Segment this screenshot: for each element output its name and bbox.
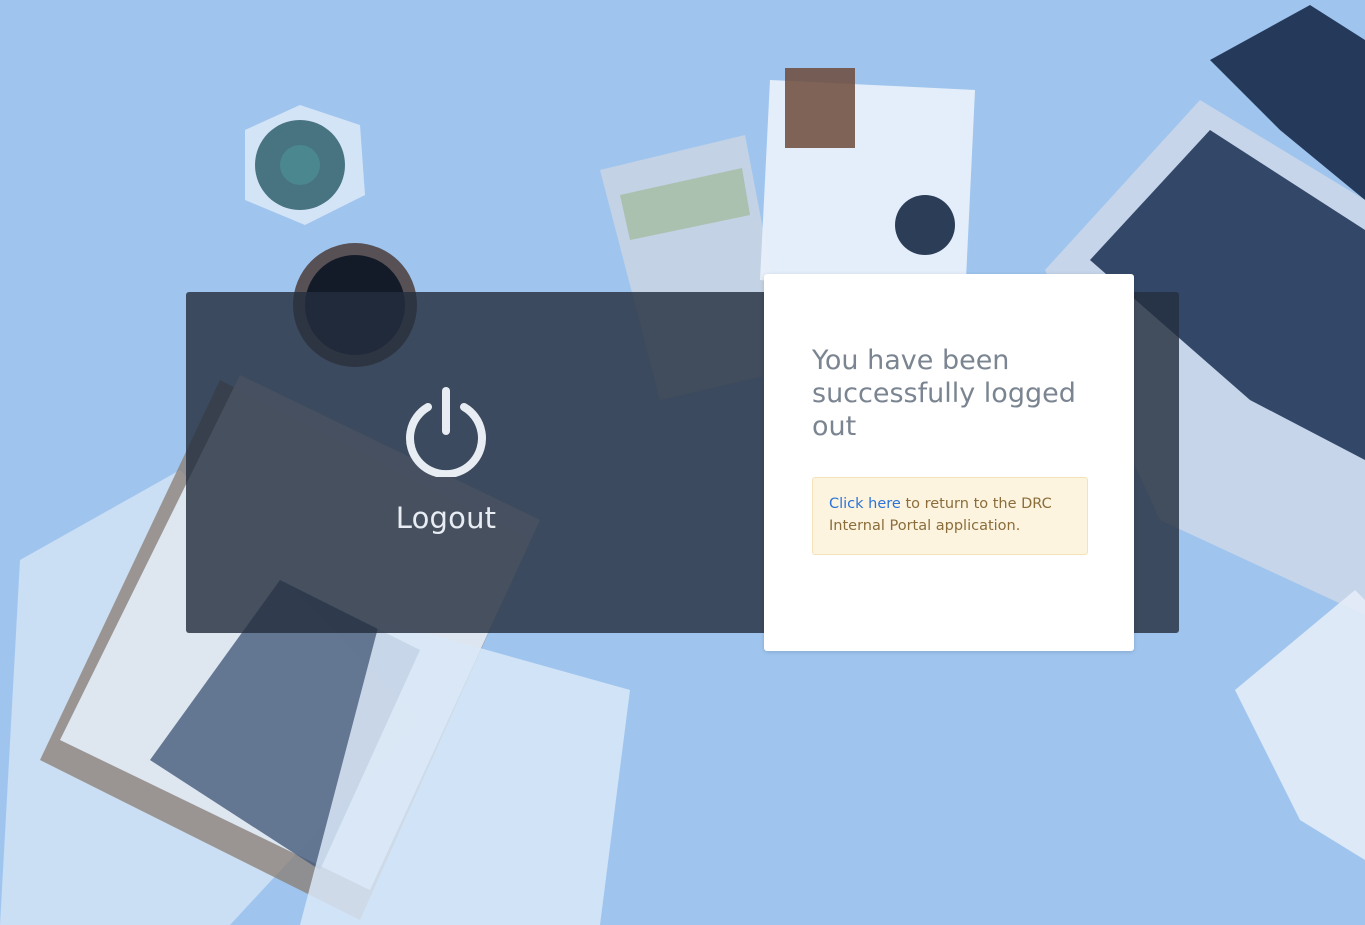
return-link[interactable]: Click here: [829, 496, 901, 512]
logout-message-card: You have been successfully logged out Cl…: [764, 274, 1134, 651]
plant-image: [245, 105, 365, 225]
document-image: [1235, 590, 1365, 860]
logout-label: Logout: [395, 501, 497, 535]
notepad-image: [760, 68, 975, 300]
logout-message-title: You have been successfully logged out: [812, 345, 1076, 442]
return-notice: Click here to return to the DRC Internal…: [812, 477, 1088, 555]
power-icon: [406, 387, 486, 477]
logout-block: Logout: [186, 385, 706, 535]
